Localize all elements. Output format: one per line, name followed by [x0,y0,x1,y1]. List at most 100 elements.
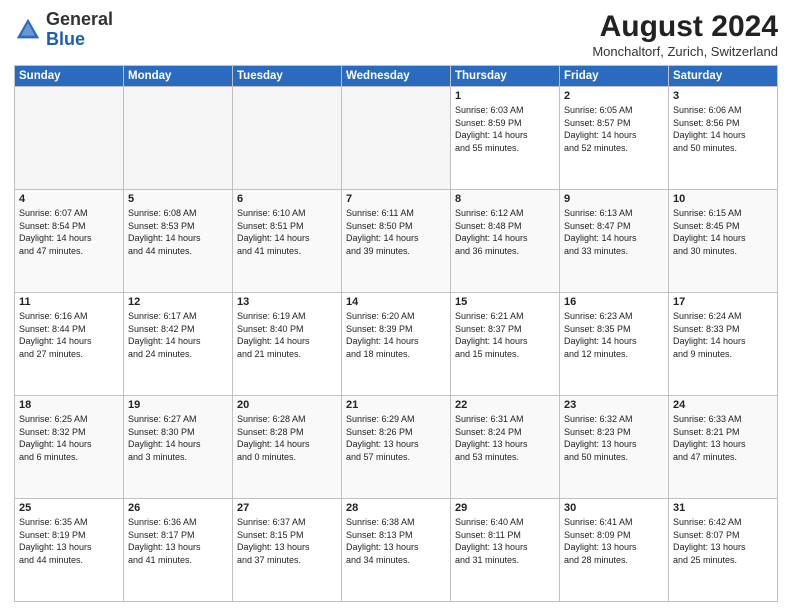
calendar-week-row: 4 Sunrise: 6:07 AM Sunset: 8:54 PM Daylig… [15,190,778,293]
title-area: August 2024 Monchaltorf, Zurich, Switzer… [592,10,778,59]
calendar-cell [342,87,451,190]
day-number: 7 [346,193,446,205]
calendar-cell: 27 Sunrise: 6:37 AM Sunset: 8:15 PM Dayli… [233,499,342,602]
day-number: 10 [673,193,773,205]
calendar-table: SundayMondayTuesdayWednesdayThursdayFrid… [14,65,778,602]
calendar-cell: 9 Sunrise: 6:13 AM Sunset: 8:47 PM Daylig… [560,190,669,293]
weekday-header: Sunday [15,66,124,87]
calendar-cell: 30 Sunrise: 6:41 AM Sunset: 8:09 PM Dayli… [560,499,669,602]
calendar-cell: 11 Sunrise: 6:16 AM Sunset: 8:44 PM Dayli… [15,293,124,396]
calendar-cell: 10 Sunrise: 6:15 AM Sunset: 8:45 PM Dayli… [669,190,778,293]
calendar-cell: 28Sunrise: 6:38 AM Sunset: 8:13 PM Dayli… [342,499,451,602]
day-number: 28 [346,502,446,514]
calendar-cell: 22 Sunrise: 6:31 AM Sunset: 8:24 PM Dayli… [451,396,560,499]
day-number: 14 [346,296,446,308]
day-number: 2 [564,90,664,102]
day-info: Sunrise: 6:15 AM Sunset: 8:45 PM Dayligh… [673,207,773,257]
weekday-header: Thursday [451,66,560,87]
day-info: Sunrise: 6:20 AM Sunset: 8:39 PM Dayligh… [346,310,446,360]
calendar-cell: 16Sunrise: 6:23 AM Sunset: 8:35 PM Dayli… [560,293,669,396]
day-number: 29 [455,502,555,514]
calendar-cell: 12 Sunrise: 6:17 AM Sunset: 8:42 PM Dayli… [124,293,233,396]
day-number: 25 [19,502,119,514]
calendar-cell: 5 Sunrise: 6:08 AM Sunset: 8:53 PM Daylig… [124,190,233,293]
weekday-header: Monday [124,66,233,87]
day-number: 15 [455,296,555,308]
calendar-cell: 17Sunrise: 6:24 AM Sunset: 8:33 PM Dayli… [669,293,778,396]
day-info: Sunrise: 6:23 AM Sunset: 8:35 PM Dayligh… [564,310,664,360]
day-info: Sunrise: 6:33 AM Sunset: 8:21 PM Dayligh… [673,413,773,463]
weekday-header: Friday [560,66,669,87]
day-info: Sunrise: 6:27 AM Sunset: 8:30 PM Dayligh… [128,413,228,463]
day-info: Sunrise: 6:05 AM Sunset: 8:57 PM Dayligh… [564,104,664,154]
weekday-header: Tuesday [233,66,342,87]
calendar-cell: 7 Sunrise: 6:11 AM Sunset: 8:50 PM Daylig… [342,190,451,293]
day-number: 27 [237,502,337,514]
calendar-header-row: SundayMondayTuesdayWednesdayThursdayFrid… [15,66,778,87]
calendar-cell: 18Sunrise: 6:25 AM Sunset: 8:32 PM Dayli… [15,396,124,499]
calendar-week-row: 1 Sunrise: 6:03 AM Sunset: 8:59 PM Daylig… [15,87,778,190]
calendar-cell: 29 Sunrise: 6:40 AM Sunset: 8:11 PM Dayli… [451,499,560,602]
calendar-week-row: 11 Sunrise: 6:16 AM Sunset: 8:44 PM Dayli… [15,293,778,396]
day-info: Sunrise: 6:13 AM Sunset: 8:47 PM Dayligh… [564,207,664,257]
day-number: 4 [19,193,119,205]
logo-general: General [46,9,113,29]
header: General Blue August 2024 Monchaltorf, Zu… [14,10,778,59]
page: General Blue August 2024 Monchaltorf, Zu… [0,0,792,612]
weekday-header: Wednesday [342,66,451,87]
day-number: 12 [128,296,228,308]
weekday-header: Saturday [669,66,778,87]
calendar-cell: 2 Sunrise: 6:05 AM Sunset: 8:57 PM Daylig… [560,87,669,190]
day-number: 6 [237,193,337,205]
day-info: Sunrise: 6:17 AM Sunset: 8:42 PM Dayligh… [128,310,228,360]
logo-blue: Blue [46,29,85,49]
day-number: 8 [455,193,555,205]
calendar-cell: 20Sunrise: 6:28 AM Sunset: 8:28 PM Dayli… [233,396,342,499]
day-info: Sunrise: 6:32 AM Sunset: 8:23 PM Dayligh… [564,413,664,463]
day-info: Sunrise: 6:41 AM Sunset: 8:09 PM Dayligh… [564,516,664,566]
day-number: 22 [455,399,555,411]
calendar-cell: 21 Sunrise: 6:29 AM Sunset: 8:26 PM Dayli… [342,396,451,499]
day-number: 11 [19,296,119,308]
calendar-cell: 26Sunrise: 6:36 AM Sunset: 8:17 PM Dayli… [124,499,233,602]
day-info: Sunrise: 6:12 AM Sunset: 8:48 PM Dayligh… [455,207,555,257]
day-info: Sunrise: 6:08 AM Sunset: 8:53 PM Dayligh… [128,207,228,257]
calendar-cell: 25 Sunrise: 6:35 AM Sunset: 8:19 PM Dayli… [15,499,124,602]
calendar-cell [233,87,342,190]
day-info: Sunrise: 6:29 AM Sunset: 8:26 PM Dayligh… [346,413,446,463]
calendar-week-row: 25 Sunrise: 6:35 AM Sunset: 8:19 PM Dayli… [15,499,778,602]
day-number: 30 [564,502,664,514]
day-info: Sunrise: 6:07 AM Sunset: 8:54 PM Dayligh… [19,207,119,257]
location: Monchaltorf, Zurich, Switzerland [592,44,778,59]
calendar-cell: 19 Sunrise: 6:27 AM Sunset: 8:30 PM Dayli… [124,396,233,499]
calendar-cell: 3Sunrise: 6:06 AM Sunset: 8:56 PM Daylig… [669,87,778,190]
day-number: 19 [128,399,228,411]
day-number: 1 [455,90,555,102]
day-info: Sunrise: 6:19 AM Sunset: 8:40 PM Dayligh… [237,310,337,360]
day-info: Sunrise: 6:40 AM Sunset: 8:11 PM Dayligh… [455,516,555,566]
day-info: Sunrise: 6:16 AM Sunset: 8:44 PM Dayligh… [19,310,119,360]
day-info: Sunrise: 6:11 AM Sunset: 8:50 PM Dayligh… [346,207,446,257]
day-number: 13 [237,296,337,308]
day-info: Sunrise: 6:37 AM Sunset: 8:15 PM Dayligh… [237,516,337,566]
calendar-cell: 24 Sunrise: 6:33 AM Sunset: 8:21 PM Dayli… [669,396,778,499]
day-number: 21 [346,399,446,411]
day-info: Sunrise: 6:28 AM Sunset: 8:28 PM Dayligh… [237,413,337,463]
day-info: Sunrise: 6:03 AM Sunset: 8:59 PM Dayligh… [455,104,555,154]
calendar-cell: 23Sunrise: 6:32 AM Sunset: 8:23 PM Dayli… [560,396,669,499]
day-number: 24 [673,399,773,411]
calendar-cell: 15 Sunrise: 6:21 AM Sunset: 8:37 PM Dayli… [451,293,560,396]
day-number: 5 [128,193,228,205]
day-info: Sunrise: 6:35 AM Sunset: 8:19 PM Dayligh… [19,516,119,566]
calendar-cell: 14 Sunrise: 6:20 AM Sunset: 8:39 PM Dayli… [342,293,451,396]
day-info: Sunrise: 6:25 AM Sunset: 8:32 PM Dayligh… [19,413,119,463]
month-title: August 2024 [592,10,778,44]
day-number: 9 [564,193,664,205]
calendar-cell: 13 Sunrise: 6:19 AM Sunset: 8:40 PM Dayli… [233,293,342,396]
day-info: Sunrise: 6:36 AM Sunset: 8:17 PM Dayligh… [128,516,228,566]
day-info: Sunrise: 6:21 AM Sunset: 8:37 PM Dayligh… [455,310,555,360]
day-info: Sunrise: 6:24 AM Sunset: 8:33 PM Dayligh… [673,310,773,360]
logo-text: General Blue [46,10,113,50]
logo: General Blue [14,10,113,50]
day-info: Sunrise: 6:31 AM Sunset: 8:24 PM Dayligh… [455,413,555,463]
